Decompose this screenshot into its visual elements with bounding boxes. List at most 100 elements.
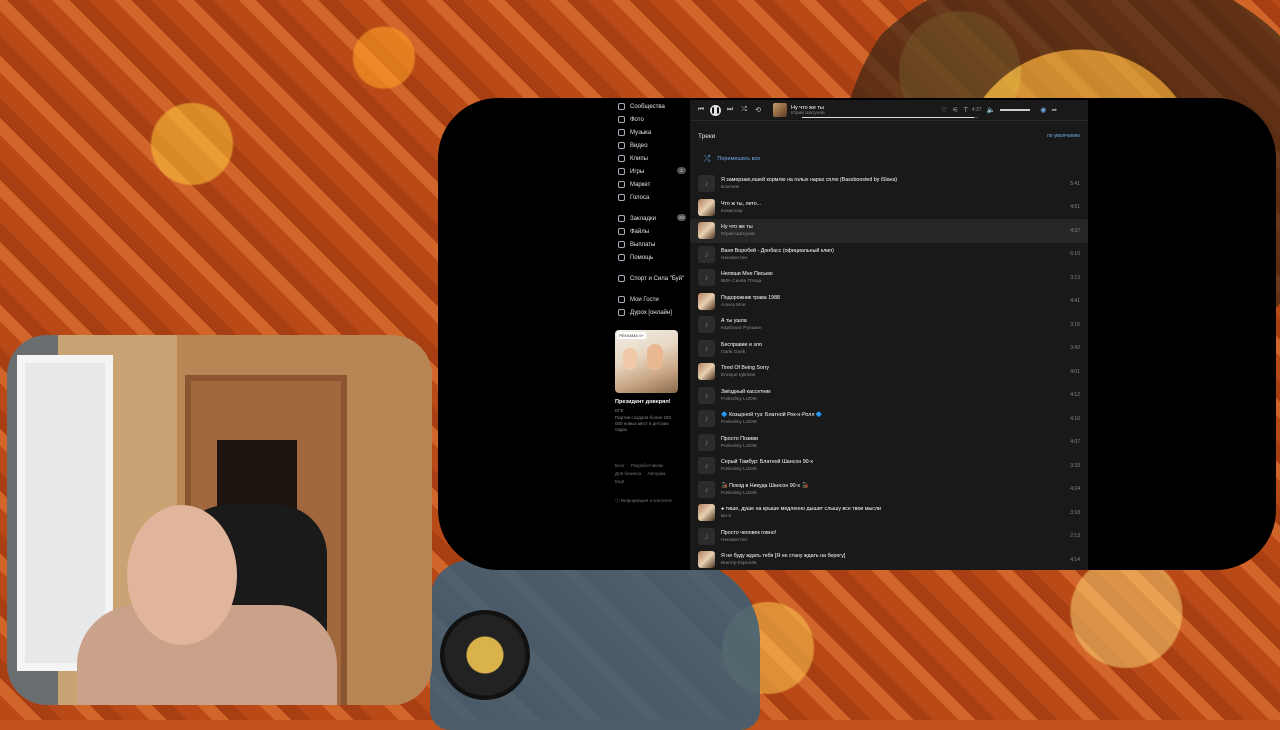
- counter-badge: 24: [677, 214, 686, 221]
- track-artist[interactable]: Posledniy LUDIK: [721, 444, 1070, 449]
- track-artist[interactable]: Posledniy LUDIK: [721, 420, 1070, 425]
- track-duration: 3:42: [1070, 345, 1080, 352]
- music-note-icon[interactable]: ♪: [698, 245, 715, 263]
- track-artist[interactable]: Enrique Iglesias: [721, 373, 1070, 378]
- track-artist[interactable]: Комиссар: [721, 209, 1070, 214]
- track-artist[interactable]: Би-2: [721, 514, 1070, 519]
- sidebar-item[interactable]: Помощь: [610, 251, 690, 264]
- track-cover[interactable]: [698, 198, 715, 216]
- sidebar-item[interactable]: Закладки 24: [610, 212, 690, 225]
- music-panel: ⏮ ❚❚ ⏭ ⤮ ⟲ Ну что же ты Юрий Шатунов ♡ ⚟…: [690, 100, 1088, 570]
- track-artist[interactable]: Неизвестен: [721, 256, 1070, 261]
- guests-icon: [618, 296, 625, 303]
- sidebar-item[interactable]: Видео: [610, 139, 690, 152]
- track-row[interactable]: ♪ Ваня Воробей - Донбасс (официальный кли…: [690, 243, 1088, 267]
- track-artist[interactable]: Posledniy LUDIK: [721, 397, 1070, 402]
- track-artist[interactable]: Юрий Шатунов: [721, 232, 1070, 237]
- sidebar-item[interactable]: Маркет: [610, 178, 690, 191]
- footer-link[interactable]: Блог: [615, 463, 625, 468]
- track-cover[interactable]: [698, 292, 715, 310]
- content-info-link[interactable]: ⓘ Информация о контенте: [615, 498, 672, 504]
- track-row[interactable]: ♪ 🚂 Поезд в Никуда Шансон 90-х 🚂 Posledniy…: [690, 478, 1088, 502]
- equalizer-icon[interactable]: ⚟: [952, 106, 958, 114]
- track-cover[interactable]: [698, 363, 715, 381]
- track-artist[interactable]: Виктор Королёв: [721, 561, 1070, 566]
- sidebar-item[interactable]: Голоса: [610, 191, 690, 204]
- footer-link[interactable]: Разработчикам: [631, 463, 663, 468]
- track-row[interactable]: Ну что же ты Юрий Шатунов 4:37: [690, 219, 1088, 243]
- track-artist[interactable]: Неизвестен: [721, 538, 1070, 543]
- track-artist[interactable]: Posledniy LUDIK: [721, 467, 1070, 472]
- track-artist[interactable]: Карбонат Рулькин: [721, 326, 1070, 331]
- music-note-icon[interactable]: ♪: [698, 410, 715, 428]
- pause-button[interactable]: ❚❚: [710, 104, 721, 116]
- prev-track-icon[interactable]: ⏮: [696, 105, 706, 115]
- track-row[interactable]: ♪ Бесправие и зло Garik Garik 3:42: [690, 337, 1088, 361]
- sidebar-item[interactable]: Выплаты: [610, 238, 690, 251]
- track-cover[interactable]: [698, 504, 715, 522]
- repeat-icon[interactable]: ⟲: [753, 105, 763, 115]
- volume-icon[interactable]: 🔈: [987, 106, 996, 114]
- track-row[interactable]: ● тише, душе на крыше медленно дышит слы…: [690, 501, 1088, 525]
- music-note-icon[interactable]: ♪: [698, 527, 715, 545]
- track-artist[interactable]: Garik Garik: [721, 350, 1070, 355]
- sidebar-item-label: Маркет: [630, 181, 651, 188]
- footer-link[interactable]: Авторам: [648, 471, 666, 476]
- track-row[interactable]: ♪ 🔷 Козырной туз: Блатной Рок-н-Ролл 🔷 Pos…: [690, 407, 1088, 431]
- track-artist[interactable]: Posledniy LUDIK: [721, 491, 1070, 496]
- track-row[interactable]: Я не буду ждать тебя [Я не стану ждать н…: [690, 548, 1088, 572]
- shuffle-icon[interactable]: ⤮: [739, 105, 749, 115]
- lyrics-icon[interactable]: T: [964, 107, 968, 114]
- track-row[interactable]: ♪ Неляши Мне Письмо ВИА Синяя Птица 3:13: [690, 266, 1088, 290]
- sidebar-item[interactable]: Клипы: [610, 152, 690, 165]
- sidebar-item[interactable]: Файлы: [610, 225, 690, 238]
- sort-dropdown[interactable]: по умолчанию: [1047, 133, 1080, 140]
- sidebar-item[interactable]: Сообщества: [610, 100, 690, 113]
- footer-link[interactable]: Для бизнеса: [615, 471, 641, 476]
- music-note-icon[interactable]: ♪: [698, 386, 715, 404]
- share-icon[interactable]: ➦: [1051, 106, 1057, 114]
- track-cover[interactable]: [698, 551, 715, 569]
- next-track-icon[interactable]: ⏭: [725, 105, 735, 115]
- sidebar-item-label: Мои Гости: [630, 296, 659, 303]
- track-duration: 4:12: [1070, 392, 1080, 399]
- track-cover[interactable]: [698, 222, 715, 240]
- music-note-icon[interactable]: ♪: [698, 269, 715, 287]
- sidebar-item[interactable]: Игры 2: [610, 165, 690, 178]
- sidebar-item[interactable]: Спорт и Сила "Буй": [610, 272, 690, 285]
- sidebar-item[interactable]: Мои Гости: [610, 293, 690, 306]
- music-note-icon[interactable]: ♪: [698, 316, 715, 334]
- shuffle-all-button[interactable]: ⤮ Перемешать все: [690, 140, 1088, 164]
- track-row[interactable]: Что ж ты, лето... Комиссар 4:51: [690, 196, 1088, 220]
- track-list: ♪ Я замерзаю,ешей кормлю на голых нарах с…: [690, 172, 1088, 572]
- track-duration: 4:14: [1070, 556, 1080, 563]
- dislike-icon[interactable]: ♡: [941, 106, 947, 114]
- video-icon: [618, 142, 625, 149]
- footer-link[interactable]: Ещё: [615, 479, 624, 484]
- track-row[interactable]: Tired Of Being Sorry Enrique Iglesias 4:01: [690, 360, 1088, 384]
- track-row[interactable]: ♪ Я замерзаю,ешей кормлю на голых нарах с…: [690, 172, 1088, 196]
- track-artist[interactable]: Блатняк: [721, 185, 1070, 190]
- broadcast-icon[interactable]: ◉: [1040, 106, 1046, 114]
- sidebar-item[interactable]: Музыка: [610, 126, 690, 139]
- volume-slider[interactable]: [1000, 109, 1031, 111]
- music-note-icon[interactable]: ♪: [698, 480, 715, 498]
- ad-block[interactable]: РЕКЛАМА 0+ Президент доверял! ЕГЕ Партия…: [615, 330, 679, 433]
- now-playing-artist[interactable]: Юрий Шатунов: [791, 111, 936, 116]
- track-artist[interactable]: ВИА Синяя Птица: [721, 279, 1070, 284]
- progress-bar[interactable]: [802, 117, 978, 118]
- sidebar-item[interactable]: Дурох [онлайн]: [610, 306, 690, 319]
- track-row[interactable]: ♪ А ты ушла Карбонат Рулькин 3:15: [690, 313, 1088, 337]
- track-row[interactable]: ♪ Просто человек говно! Неизвестен 2:13: [690, 525, 1088, 549]
- music-note-icon[interactable]: ♪: [698, 433, 715, 451]
- music-note-icon[interactable]: ♪: [698, 457, 715, 475]
- track-row[interactable]: ♪ Серый Тамбур: Блатной Шансон 90-х Posled…: [690, 454, 1088, 478]
- sidebar-item[interactable]: Фото: [610, 113, 690, 126]
- track-artist[interactable]: Алиса Мон: [721, 303, 1070, 308]
- track-row[interactable]: Подорожник трава 1988 Алиса Мон 4:41: [690, 290, 1088, 314]
- track-row[interactable]: ♪ Просто Позиви Posledniy LUDIK 4:07: [690, 431, 1088, 455]
- music-note-icon[interactable]: ♪: [698, 175, 715, 193]
- track-row[interactable]: ♪ Звёздный кассетник Posledniy LUDIK 4:12: [690, 384, 1088, 408]
- bookmark-icon: [618, 215, 625, 222]
- music-note-icon[interactable]: ♪: [698, 339, 715, 357]
